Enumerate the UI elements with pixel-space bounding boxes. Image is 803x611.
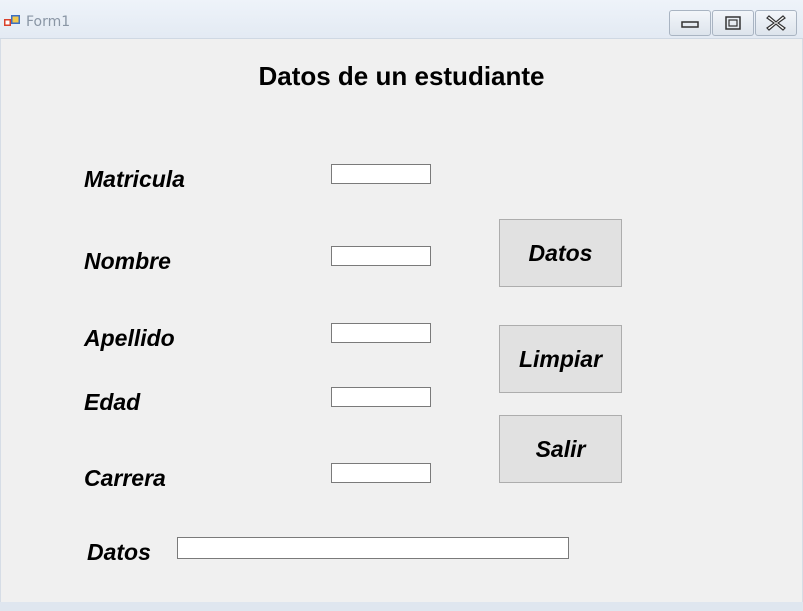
salir-button[interactable]: Salir <box>499 415 622 483</box>
matricula-input[interactable] <box>331 164 431 184</box>
window-title: Form1 <box>26 14 71 30</box>
close-button[interactable] <box>755 10 797 36</box>
label-nombre: Nombre <box>84 248 171 274</box>
form-client-area <box>0 39 803 602</box>
label-carrera: Carrera <box>84 465 166 491</box>
limpiar-button[interactable]: Limpiar <box>499 325 622 393</box>
title-bar[interactable]: Form1 <box>0 0 803 39</box>
close-icon <box>766 15 786 31</box>
maximize-button[interactable] <box>712 10 754 36</box>
nombre-input[interactable] <box>331 246 431 266</box>
minimize-icon <box>681 21 699 28</box>
window-bottom-border <box>0 602 803 611</box>
carrera-input[interactable] <box>331 463 431 483</box>
form-heading: Datos de un estudiante <box>258 61 545 91</box>
datos-button[interactable]: Datos <box>499 219 622 287</box>
maximize-icon <box>725 16 741 30</box>
app-icon[interactable] <box>4 15 20 29</box>
label-datos: Datos <box>87 539 151 565</box>
label-matricula: Matricula <box>84 166 185 192</box>
label-edad: Edad <box>84 389 141 415</box>
datos-output-field[interactable] <box>177 537 569 559</box>
minimize-button[interactable] <box>669 10 711 36</box>
apellido-input[interactable] <box>331 323 431 343</box>
label-apellido: Apellido <box>84 325 175 351</box>
edad-input[interactable] <box>331 387 431 407</box>
